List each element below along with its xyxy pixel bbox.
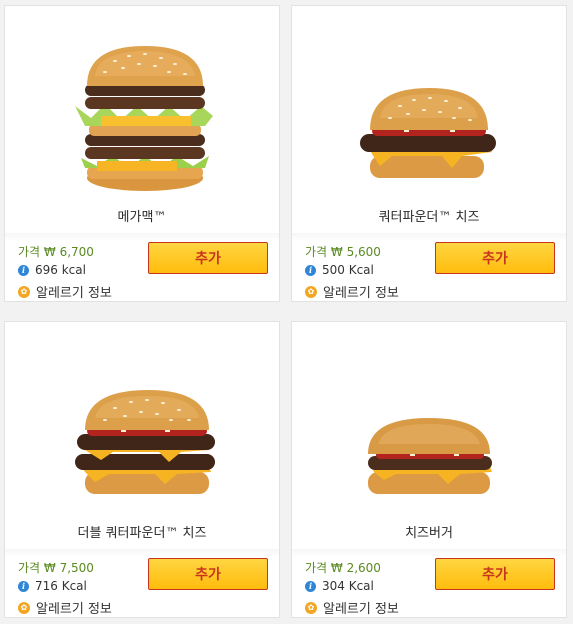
allergy-icon: ✿ (18, 601, 30, 614)
allergy-label: 알레르기 정보 (36, 602, 112, 617)
allergy-icon: ✿ (305, 285, 317, 298)
product-price: 가격 ₩ 2,600 (305, 561, 381, 575)
calorie-value: 696 kcal (35, 263, 86, 277)
cheeseburger-image (368, 418, 492, 494)
divider (5, 549, 279, 557)
info-icon: i (305, 264, 316, 276)
calorie-info: i 500 Kcal (305, 263, 374, 277)
divider (292, 549, 566, 557)
calorie-info: i 696 kcal (18, 263, 86, 277)
product-card-double-quarter-pounder-cheese[interactable]: 더블 쿼터파운더™ 치즈 가격 ₩ 7,500 i 716 Kcal ✿ 알레르… (4, 321, 280, 618)
info-icon: i (305, 580, 316, 592)
product-card-quarter-pounder-cheese[interactable]: 쿼터파운더™ 치즈 가격 ₩ 5,600 i 500 Kcal ✿ 알레르기 정… (291, 5, 567, 302)
quarter-pounder-burger-image (360, 88, 496, 178)
allergy-icon: ✿ (18, 285, 30, 298)
product-price: 가격 ₩ 5,600 (305, 245, 381, 259)
divider (5, 233, 279, 241)
info-icon: i (18, 264, 29, 276)
product-image[interactable] (292, 322, 566, 517)
calorie-info: i 304 Kcal (305, 579, 374, 593)
product-name: 치즈버거 (405, 526, 453, 541)
info-icon: i (18, 580, 29, 592)
allergy-label: 알레르기 정보 (323, 286, 399, 301)
allergy-info-link[interactable]: ✿ 알레르기 정보 (18, 282, 112, 301)
add-button[interactable]: 추가 (435, 558, 555, 590)
product-image[interactable] (292, 6, 566, 201)
allergy-label: 알레르기 정보 (323, 602, 399, 617)
add-button[interactable]: 추가 (148, 242, 268, 274)
product-price: 가격 ₩ 6,700 (18, 245, 94, 259)
double-quarter-pounder-burger-image (75, 390, 215, 494)
product-name: 메가맥™ (117, 210, 167, 225)
allergy-label: 알레르기 정보 (36, 286, 112, 301)
allergy-icon: ✿ (305, 601, 317, 614)
mega-mac-burger-image (75, 46, 213, 191)
add-button[interactable]: 추가 (435, 242, 555, 274)
product-image[interactable] (5, 6, 279, 201)
product-image[interactable] (5, 322, 279, 517)
product-price: 가격 ₩ 7,500 (18, 561, 94, 575)
calorie-value: 716 Kcal (35, 579, 87, 593)
product-name: 쿼터파운더™ 치즈 (378, 210, 480, 225)
allergy-info-link[interactable]: ✿ 알레르기 정보 (18, 598, 112, 617)
allergy-info-link[interactable]: ✿ 알레르기 정보 (305, 282, 399, 301)
divider (292, 233, 566, 241)
add-button[interactable]: 추가 (148, 558, 268, 590)
product-name: 더블 쿼터파운더™ 치즈 (77, 526, 207, 541)
product-card-mega-mac[interactable]: 메가맥™ 가격 ₩ 6,700 i 696 kcal ✿ 알레르기 정보 추가 (4, 5, 280, 302)
calorie-value: 304 Kcal (322, 579, 374, 593)
calorie-info: i 716 Kcal (18, 579, 87, 593)
calorie-value: 500 Kcal (322, 263, 374, 277)
allergy-info-link[interactable]: ✿ 알레르기 정보 (305, 598, 399, 617)
product-card-cheeseburger[interactable]: 치즈버거 가격 ₩ 2,600 i 304 Kcal ✿ 알레르기 정보 추가 (291, 321, 567, 618)
